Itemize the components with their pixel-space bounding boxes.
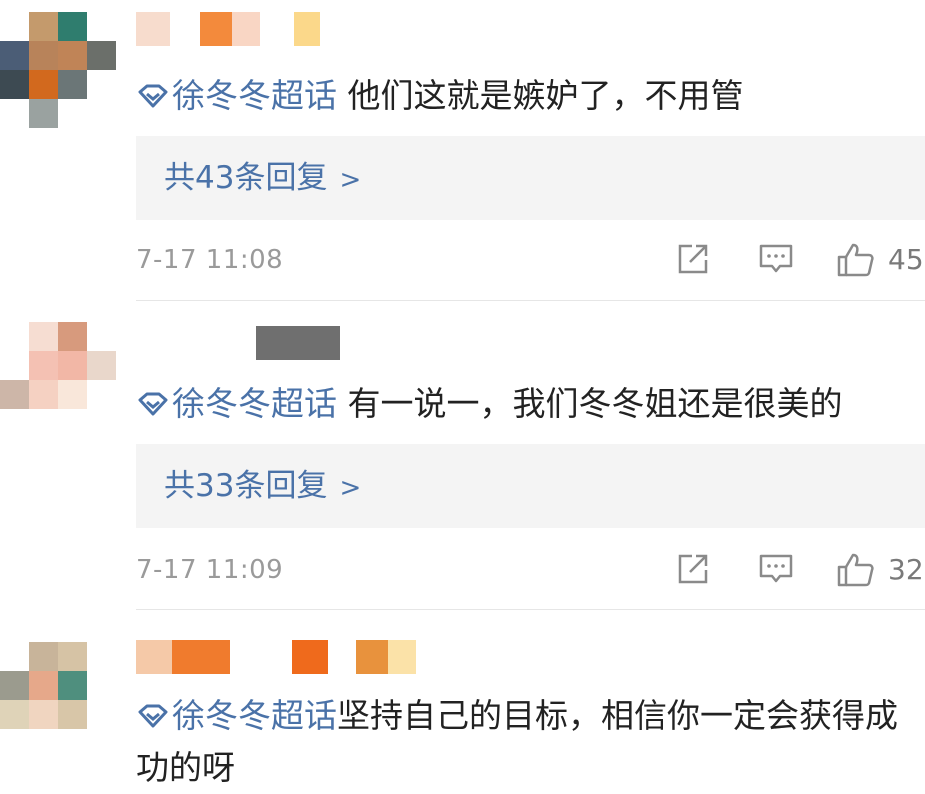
chevron-right-icon: >	[339, 165, 362, 195]
like-icon[interactable]	[836, 552, 876, 588]
comment-icon[interactable]	[758, 552, 794, 586]
topic-link[interactable]: 徐冬冬超话	[136, 76, 337, 115]
topic-link[interactable]: 徐冬冬超话	[136, 696, 337, 735]
like-count: 45	[888, 243, 924, 276]
comment-text: 徐冬冬超话 有一说一，我们冬冬姐还是很美的	[136, 378, 911, 430]
share-icon[interactable]	[676, 552, 710, 586]
comment-text: 徐冬冬超话坚持自己的目标，相信你一定会获得成功的呀	[136, 690, 911, 794]
share-icon[interactable]	[676, 242, 710, 276]
topic-link[interactable]: 徐冬冬超话	[136, 384, 337, 423]
username-redacted[interactable]	[136, 12, 320, 46]
comment-icon[interactable]	[758, 242, 794, 276]
topic-icon	[138, 704, 168, 728]
timestamp: 7-17 11:09	[136, 555, 284, 585]
comment-meta: 7-17 11:09 32	[136, 550, 925, 590]
comment-body: 有一说一，我们冬冬姐还是很美的	[347, 384, 843, 423]
replies-button[interactable]: 共43条回复 >	[136, 136, 925, 220]
comment-meta: 7-17 11:08 45	[136, 240, 925, 280]
divider	[136, 300, 925, 301]
topic-icon	[138, 392, 168, 416]
divider	[136, 609, 925, 610]
topic-label: 徐冬冬超话	[172, 384, 337, 423]
chevron-right-icon: >	[339, 473, 362, 503]
like-icon[interactable]	[836, 242, 876, 278]
topic-label: 徐冬冬超话	[172, 76, 337, 115]
timestamp: 7-17 11:08	[136, 245, 284, 275]
username-redacted[interactable]	[136, 326, 340, 360]
avatar[interactable]	[0, 642, 116, 758]
replies-label: 共33条回复	[164, 468, 328, 504]
topic-icon	[138, 84, 168, 108]
avatar[interactable]	[0, 12, 116, 128]
username-redacted[interactable]	[136, 640, 416, 674]
like-count: 32	[888, 553, 924, 586]
replies-label: 共43条回复	[164, 160, 328, 196]
replies-button[interactable]: 共33条回复 >	[136, 444, 925, 528]
comment-body: 他们这就是嫉妒了，不用管	[347, 76, 744, 115]
avatar[interactable]	[0, 322, 116, 438]
comment-text: 徐冬冬超话 他们这就是嫉妒了，不用管	[136, 70, 911, 122]
topic-label: 徐冬冬超话	[172, 696, 337, 735]
